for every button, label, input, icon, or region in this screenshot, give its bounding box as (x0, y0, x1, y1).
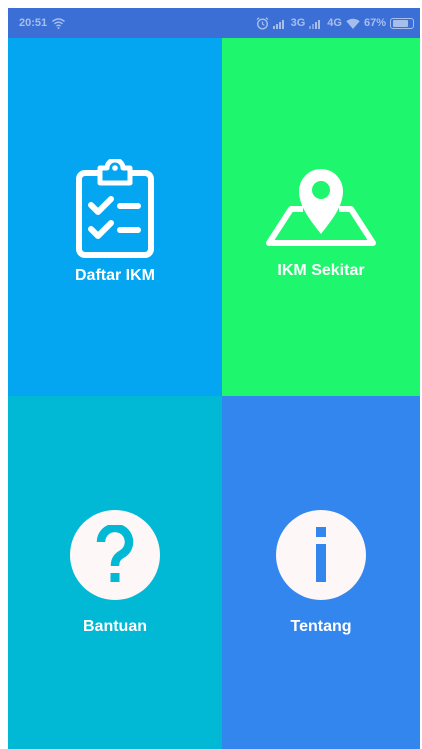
network-type-1: 3G (290, 17, 306, 29)
tentang-tile[interactable]: Tentang (222, 396, 420, 749)
wifi-icon (346, 18, 360, 29)
signal-icon (272, 18, 287, 29)
network-type-2: 4G (327, 17, 342, 29)
status-bar: 20:51 3G 4G 67% (8, 8, 420, 38)
tile-label: IKM Sekitar (277, 262, 365, 279)
status-left: 20:51 (19, 17, 66, 29)
info-icon (276, 509, 366, 600)
menu-grid: Daftar IKM IKM Sekitar Bantuan Tentang (8, 38, 420, 749)
battery-percent: 67% (363, 17, 386, 29)
map-pin-icon (266, 169, 376, 246)
question-mark-icon (70, 509, 160, 600)
wifi-icon (52, 17, 66, 29)
status-right: 3G 4G 67% (256, 16, 414, 30)
clipboard-checklist-icon (76, 159, 154, 258)
alarm-icon (256, 16, 269, 30)
battery-icon (390, 17, 414, 29)
status-time: 20:51 (19, 17, 48, 29)
app-screen: 20:51 3G 4G 67% Daftar IKM IKM Sekitar B… (8, 8, 420, 749)
daftar-ikm-tile[interactable]: Daftar IKM (8, 38, 222, 396)
tile-label: Tentang (290, 617, 352, 635)
signal-icon (309, 18, 323, 29)
ikm-sekitar-tile[interactable]: IKM Sekitar (222, 38, 420, 396)
tile-label: Daftar IKM (74, 267, 155, 284)
tile-label: Bantuan (83, 617, 147, 635)
bantuan-tile[interactable]: Bantuan (8, 396, 222, 749)
